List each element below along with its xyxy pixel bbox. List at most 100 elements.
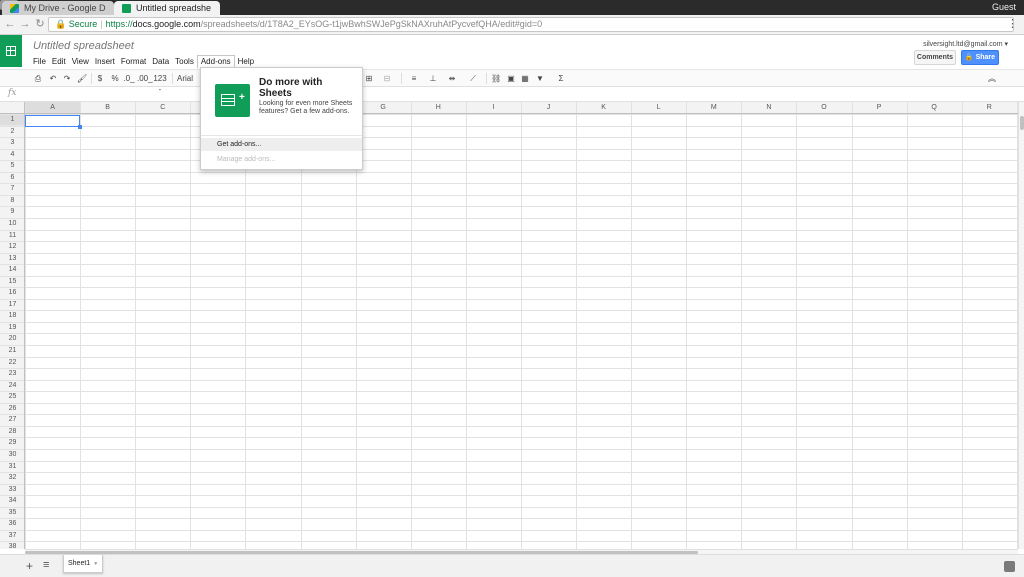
row-header-18[interactable]: 18: [0, 312, 25, 319]
more-formats-button[interactable]: 123 -: [151, 73, 169, 94]
row-header-38[interactable]: 38: [0, 543, 25, 549]
row-header-26[interactable]: 26: [0, 405, 25, 412]
row-header-14[interactable]: 14: [0, 266, 25, 273]
column-header-r[interactable]: R: [962, 104, 1017, 111]
row-header-30[interactable]: 30: [0, 451, 25, 458]
increase-decimals-button[interactable]: .00_: [137, 73, 153, 84]
row-header-21[interactable]: 21: [0, 347, 25, 354]
text-wrap-icon[interactable]: ⇹: [445, 73, 459, 84]
column-header-g[interactable]: G: [356, 104, 411, 111]
row-header-15[interactable]: 15: [0, 278, 25, 285]
selected-cell-a1[interactable]: [25, 115, 82, 129]
redo-icon[interactable]: ↷: [62, 73, 72, 84]
row-header-37[interactable]: 37: [0, 532, 25, 539]
tab-untitled-spreadsheet[interactable]: Untitled spreadshe: [114, 1, 220, 15]
functions-icon[interactable]: Σ: [555, 73, 567, 84]
vertical-align-icon[interactable]: ⊥: [427, 73, 439, 84]
reload-icon[interactable]: ↻: [34, 18, 46, 30]
collapse-header-icon[interactable]: ︽: [986, 73, 998, 84]
comments-button[interactable]: Comments: [914, 50, 956, 65]
menu-edit[interactable]: Edit: [49, 56, 69, 68]
share-button[interactable]: 🔒 Share: [961, 50, 999, 65]
filter-icon[interactable]: ▼: [534, 73, 546, 84]
vertical-scrollbar[interactable]: [1018, 102, 1024, 549]
row-header-33[interactable]: 33: [0, 486, 25, 493]
back-arrow-icon[interactable]: ←: [4, 18, 16, 30]
row-header-11[interactable]: 11: [0, 232, 25, 239]
comment-icon[interactable]: ▣: [506, 73, 516, 84]
row-header-36[interactable]: 36: [0, 520, 25, 527]
row-header-23[interactable]: 23: [0, 370, 25, 377]
menu-data[interactable]: Data: [149, 56, 172, 68]
explore-icon[interactable]: [1004, 561, 1015, 572]
percent-button[interactable]: %: [110, 73, 120, 84]
currency-button[interactable]: $: [96, 73, 104, 84]
row-header-17[interactable]: 17: [0, 301, 25, 308]
menu-view[interactable]: View: [69, 56, 92, 68]
row-header-20[interactable]: 20: [0, 335, 25, 342]
column-header-j[interactable]: J: [521, 104, 576, 111]
decrease-decimals-button[interactable]: .0_: [123, 73, 135, 84]
font-select[interactable]: Arial: [176, 73, 194, 84]
account-email[interactable]: silversight.ltd@gmail.com ▾: [923, 40, 1008, 48]
column-header-n[interactable]: N: [741, 104, 796, 111]
sheets-home-icon[interactable]: [0, 35, 22, 67]
row-header-32[interactable]: 32: [0, 474, 25, 481]
menu-tools[interactable]: Tools: [172, 56, 197, 68]
row-header-34[interactable]: 34: [0, 497, 25, 504]
add-sheet-icon[interactable]: +: [26, 559, 33, 573]
document-title[interactable]: Untitled spreadsheet: [33, 40, 134, 52]
row-header-28[interactable]: 28: [0, 428, 25, 435]
row-header-5[interactable]: 5: [0, 162, 25, 169]
menu-file[interactable]: File: [30, 56, 49, 68]
row-header-31[interactable]: 31: [0, 463, 25, 470]
column-header-o[interactable]: O: [796, 104, 851, 111]
chart-icon[interactable]: ▦: [520, 73, 530, 84]
row-header-24[interactable]: 24: [0, 382, 25, 389]
sheet-tab[interactable]: Sheet1 ▼: [63, 555, 103, 573]
row-header-13[interactable]: 13: [0, 255, 25, 262]
column-header-h[interactable]: H: [411, 104, 466, 111]
row-header-12[interactable]: 12: [0, 243, 25, 250]
print-icon[interactable]: ⎙: [33, 73, 43, 84]
row-header-25[interactable]: 25: [0, 393, 25, 400]
row-header-10[interactable]: 10: [0, 220, 25, 227]
formula-bar[interactable]: fx: [0, 87, 1024, 102]
column-header-m[interactable]: M: [686, 104, 741, 111]
column-header-b[interactable]: B: [80, 104, 135, 111]
row-header-27[interactable]: 27: [0, 416, 25, 423]
tab-my-drive[interactable]: My Drive - Google D: [2, 1, 114, 15]
column-header-a[interactable]: A: [25, 104, 80, 111]
row-header-16[interactable]: 16: [0, 289, 25, 296]
row-header-29[interactable]: 29: [0, 439, 25, 446]
row-header-3[interactable]: 3: [0, 139, 25, 146]
browser-menu-icon[interactable]: ⋮: [1007, 18, 1018, 30]
all-sheets-icon[interactable]: ≡: [43, 559, 49, 571]
text-rotation-icon[interactable]: ⟋: [466, 73, 480, 84]
link-icon[interactable]: ⛓: [491, 73, 501, 84]
spreadsheet-grid[interactable]: ABCDEFGHIJKLMNOPQR1234567891011121314151…: [0, 102, 1018, 549]
align-left-icon[interactable]: ≡: [407, 73, 421, 84]
row-header-6[interactable]: 6: [0, 174, 25, 181]
column-header-p[interactable]: P: [852, 104, 907, 111]
merge-cells-icon[interactable]: ⊟: [380, 73, 394, 84]
column-header-q[interactable]: Q: [907, 104, 962, 111]
row-header-22[interactable]: 22: [0, 359, 25, 366]
paint-format-icon[interactable]: 🖌: [77, 73, 87, 84]
forward-arrow-icon[interactable]: →: [19, 18, 31, 30]
vertical-scroll-thumb[interactable]: [1020, 116, 1024, 130]
row-header-1[interactable]: 1: [0, 116, 25, 123]
row-header-2[interactable]: 2: [0, 128, 25, 135]
row-header-35[interactable]: 35: [0, 509, 25, 516]
guest-profile[interactable]: Guest: [992, 1, 1016, 14]
row-header-4[interactable]: 4: [0, 151, 25, 158]
menu-insert[interactable]: Insert: [92, 56, 118, 68]
undo-icon[interactable]: ↶: [48, 73, 58, 84]
column-header-c[interactable]: C: [135, 104, 190, 111]
column-header-k[interactable]: K: [576, 104, 631, 111]
row-header-19[interactable]: 19: [0, 324, 25, 331]
menu-format[interactable]: Format: [118, 56, 149, 68]
row-header-9[interactable]: 9: [0, 208, 25, 215]
column-header-l[interactable]: L: [631, 104, 686, 111]
url-input[interactable]: 🔒 Secure | https://docs.google.com/spreads…: [48, 17, 1014, 32]
